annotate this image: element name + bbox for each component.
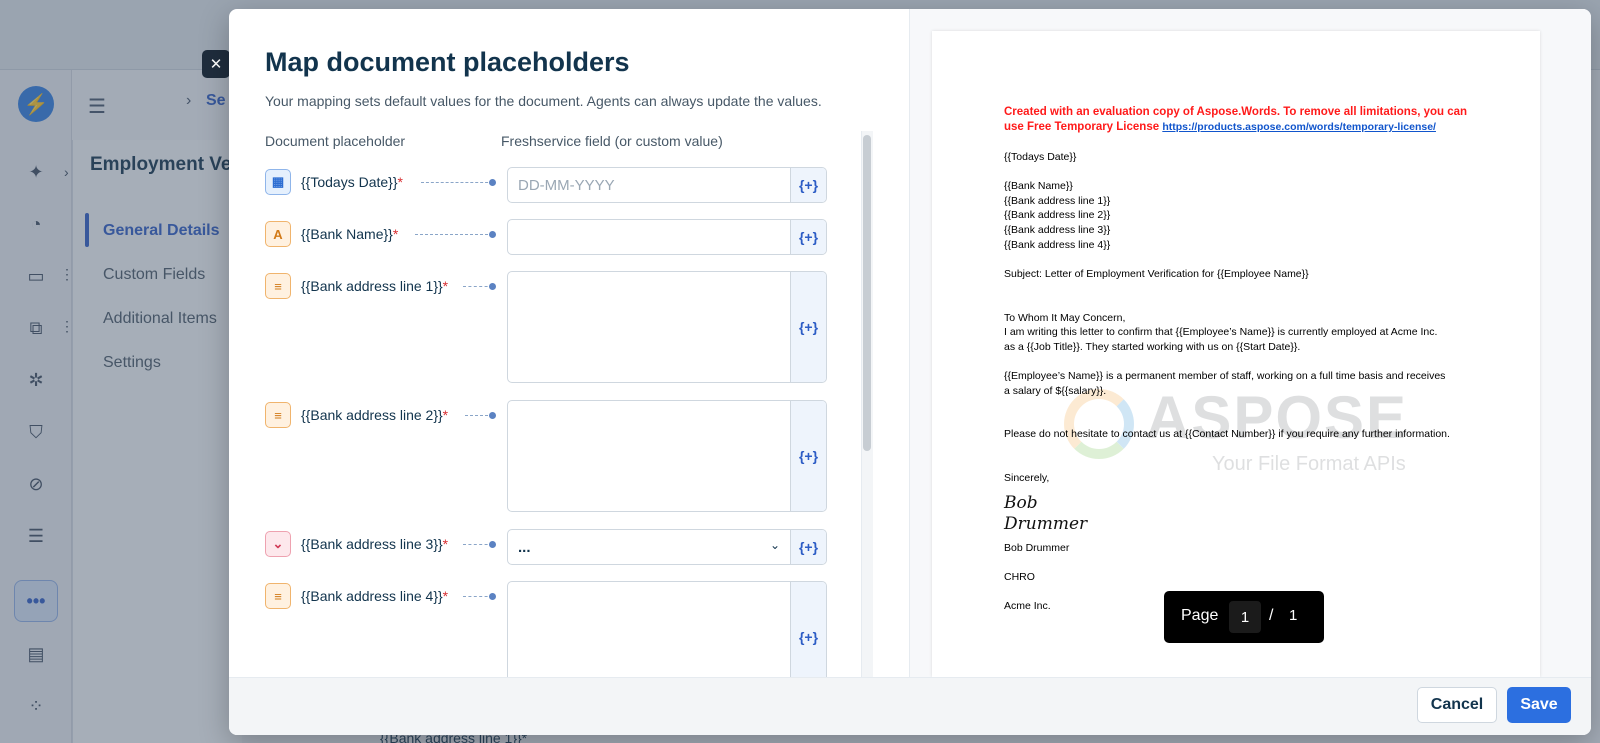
- doc-address-2: {{Bank address line 2}}: [1004, 209, 1111, 221]
- placeholder-label: {{Bank Name}}*: [301, 226, 399, 242]
- page-label: Page: [1181, 607, 1219, 624]
- close-icon[interactable]: ✕: [202, 50, 230, 78]
- aspose-logo-icon: [1064, 389, 1134, 459]
- mapping-row-bank-address-3: ⌄ {{Bank address line 3}}* ... ⌄ {+}: [265, 529, 827, 565]
- connector-dot: [489, 412, 496, 419]
- mapping-row-todays-date: ▦ {{Todays Date}}* {+}: [265, 167, 827, 203]
- todays-date-field: {+}: [507, 167, 827, 203]
- bank-address-3-select[interactable]: ... ⌄: [508, 530, 792, 564]
- calendar-icon: ▦: [265, 169, 291, 195]
- doc-paragraph-2b: a salary of ${{salary}}.: [1004, 385, 1107, 397]
- selected-value: ...: [518, 539, 531, 556]
- modal-footer: Cancel Save: [229, 677, 1591, 735]
- page-separator: /: [1269, 607, 1274, 624]
- doc-address-3: {{Bank address line 3}}: [1004, 224, 1111, 236]
- bank-address-1-textarea[interactable]: [508, 272, 792, 382]
- mapping-row-bank-address-1: ≡ {{Bank address line 1}}* {+}: [265, 271, 827, 383]
- paragraph-icon: ≡: [265, 273, 291, 299]
- connector-dot: [489, 283, 496, 290]
- doc-paragraph-1a: I am writing this letter to confirm that…: [1004, 326, 1438, 338]
- column-header-field: Freshservice field (or custom value): [501, 133, 723, 149]
- connector-dot: [489, 179, 496, 186]
- bank-address-2-field: {+}: [507, 400, 827, 512]
- signature-line-1: Bob: [1004, 493, 1038, 513]
- page-indicator: Page 1 / 1: [1164, 591, 1324, 643]
- placeholder-label: {{Bank address line 4}}*: [301, 588, 449, 604]
- modal-title: Map document placeholders: [265, 47, 630, 77]
- insert-field-button[interactable]: {+}: [790, 582, 826, 692]
- doc-address-4: {{Bank address line 4}}: [1004, 239, 1111, 251]
- placeholder-label: {{Bank address line 1}}*: [301, 278, 449, 294]
- evaluation-warning: Created with an evaluation copy of Aspos…: [1004, 106, 1468, 133]
- document-page: Created with an evaluation copy of Aspos…: [932, 31, 1540, 677]
- connector-dot: [489, 231, 496, 238]
- total-pages: 1: [1289, 607, 1298, 624]
- signature-line-2: Drummer: [1004, 514, 1088, 534]
- connector-line: [415, 234, 493, 235]
- bank-name-field: {+}: [507, 219, 827, 255]
- dropdown-icon: ⌄: [265, 531, 291, 557]
- column-header-placeholder: Document placeholder: [265, 133, 406, 149]
- scrollbar-thumb[interactable]: [863, 135, 871, 451]
- doc-date: {{Todays Date}}: [1004, 151, 1077, 163]
- insert-field-button[interactable]: {+}: [790, 401, 826, 511]
- save-button[interactable]: Save: [1507, 687, 1571, 723]
- bank-address-3-field: ... ⌄ {+}: [507, 529, 827, 565]
- connector-dot: [489, 541, 496, 548]
- doc-greeting: To Whom It May Concern,: [1004, 312, 1126, 324]
- bank-address-1-field: {+}: [507, 271, 827, 383]
- doc-bank-name: {{Bank Name}}: [1004, 180, 1073, 192]
- watermark-text: ASPOSE: [1146, 384, 1409, 451]
- text-field-icon: A: [265, 221, 291, 247]
- doc-paragraph-1b: as a {{Job Title}}. They started working…: [1004, 341, 1301, 353]
- bank-address-4-textarea[interactable]: [508, 582, 792, 692]
- placeholder-label: {{Todays Date}}*: [301, 174, 403, 190]
- insert-field-button[interactable]: {+}: [790, 168, 826, 202]
- doc-signer-role: CHRO: [1004, 571, 1035, 583]
- connector-line: [421, 182, 493, 183]
- cancel-button[interactable]: Cancel: [1417, 687, 1497, 723]
- insert-field-button[interactable]: {+}: [790, 272, 826, 382]
- doc-signer-name: Bob Drummer: [1004, 542, 1070, 554]
- doc-paragraph-2a: {{Employee’s Name}} is a permanent membe…: [1004, 370, 1446, 382]
- document-preview-pane: Created with an evaluation copy of Aspos…: [910, 9, 1591, 677]
- paragraph-icon: ≡: [265, 583, 291, 609]
- insert-field-button[interactable]: {+}: [790, 530, 826, 564]
- mapping-pane: Map document placeholders Your mapping s…: [229, 9, 909, 693]
- bank-address-2-textarea[interactable]: [508, 401, 792, 511]
- placeholder-label: {{Bank address line 2}}*: [301, 407, 449, 423]
- doc-company: Acme Inc.: [1004, 600, 1051, 612]
- mapping-row-bank-name: A {{Bank Name}}* {+}: [265, 219, 827, 255]
- doc-subject: Subject: Letter of Employment Verificati…: [1004, 268, 1309, 280]
- connector-dot: [489, 593, 496, 600]
- todays-date-input[interactable]: [508, 168, 792, 202]
- doc-closing: Sincerely,: [1004, 472, 1050, 484]
- placeholder-label: {{Bank address line 3}}*: [301, 536, 449, 552]
- paragraph-icon: ≡: [265, 402, 291, 428]
- insert-field-button[interactable]: {+}: [790, 220, 826, 254]
- mapping-row-bank-address-2: ≡ {{Bank address line 2}}* {+}: [265, 400, 827, 512]
- license-link[interactable]: https://products.aspose.com/words/tempor…: [1162, 121, 1436, 133]
- doc-address-1: {{Bank address line 1}}: [1004, 195, 1111, 207]
- current-page-input[interactable]: 1: [1229, 601, 1261, 633]
- map-placeholders-modal: Map document placeholders Your mapping s…: [229, 9, 1591, 735]
- modal-subtitle: Your mapping sets default values for the…: [265, 93, 822, 109]
- chevron-down-icon: ⌄: [770, 538, 781, 552]
- bank-name-input[interactable]: [508, 220, 792, 254]
- watermark-subtext: Your File Format APIs: [1212, 453, 1406, 475]
- doc-paragraph-3: Please do not hesitate to contact us at …: [1004, 428, 1450, 440]
